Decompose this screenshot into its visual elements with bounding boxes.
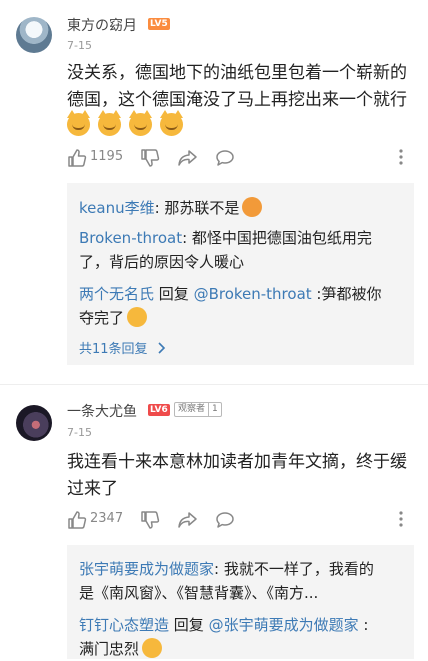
share-arrow-icon [178, 150, 197, 166]
reply-separator: : [182, 229, 192, 247]
comment-date: 7-15 [67, 39, 92, 52]
reply-item[interactable]: 张宇萌要成为做题家: 我就不一样了，我看的 是《南风窗》、《智慧背囊》、《南方.… [79, 557, 401, 605]
reply-keyword: 回复 [154, 285, 194, 303]
dislike-button[interactable] [140, 510, 160, 530]
badge-number: 1 [208, 403, 221, 416]
comment-item: 東方の窈月 LV5 7-15 没关系，德国地下的油纸包里包着一个崭新的 德国，这… [0, 0, 428, 384]
observer-badge: 观察者 1 [174, 402, 222, 417]
reply-text: 了，背后的原因令人暖心 [79, 253, 245, 271]
share-button[interactable] [177, 148, 198, 168]
speech-bubble-icon [216, 512, 234, 528]
reply-item[interactable]: Broken-throat: 都怪中国把德国油包纸用完 了，背后的原因令人暖心 [79, 226, 401, 274]
comment-text: 我连看十来本意林加读者加青年文摘，终于缓 过来了 [67, 449, 412, 503]
thumbs-up-icon [68, 511, 87, 529]
emoji-row [67, 110, 183, 136]
level-badge: LV5 [148, 18, 170, 30]
username[interactable]: 東方の窈月 [67, 15, 137, 35]
vertical-dots-icon [399, 511, 403, 527]
chevron-right-icon [158, 342, 165, 354]
reply-text: 我就不一样了，我看的 [223, 560, 374, 578]
share-button[interactable] [177, 510, 198, 530]
reply-username[interactable]: Broken-throat [79, 229, 182, 247]
username[interactable]: 一条大尤鱼 [67, 401, 137, 421]
reply-username[interactable]: keanu李维 [79, 199, 155, 217]
reply-preview-box: 张宇萌要成为做题家: 我就不一样了，我看的 是《南风窗》、《智慧背囊》、《南方.… [67, 545, 414, 659]
reply-text: :笋都被你 [311, 285, 382, 303]
reply-text: 夺完了 [79, 309, 125, 327]
like-button[interactable] [67, 148, 87, 168]
cat-emoji-icon [160, 110, 183, 136]
thumbs-down-icon [141, 511, 160, 529]
badge-label: 观察者 [178, 404, 206, 414]
comment-text-line: 过来了 [67, 479, 118, 499]
reply-item[interactable]: 钉钉心态塑造 回复 @张宇萌要成为做题家 : 满门忠烈 [79, 613, 401, 661]
reply-item[interactable]: 两个无名氏 回复 @Broken-throat :笋都被你 夺完了 [79, 282, 401, 330]
vertical-dots-icon [399, 149, 403, 165]
comment-item: 一条大尤鱼 LV6 观察者 1 7-15 我连看十来本意林加读者加青年文摘，终于… [0, 385, 428, 659]
cat-emoji-icon [67, 110, 90, 136]
expand-replies-label: 共11条回复 [79, 342, 148, 357]
reply-button[interactable] [215, 148, 235, 168]
reply-keyword: 回复 [169, 616, 209, 634]
reply-separator: : [214, 560, 224, 578]
reply-username[interactable]: 两个无名氏 [79, 285, 154, 303]
reply-button[interactable] [215, 510, 235, 530]
share-arrow-icon [178, 512, 197, 528]
reply-text: 是《南风窗》、《智慧背囊》、《南方... [79, 584, 319, 602]
reply-separator: : [154, 199, 165, 217]
reply-text: : [358, 616, 369, 634]
comment-text: 没关系，德国地下的油纸包里包着一个崭新的 德国，这个德国淹没了马上再挖出来一个就… [67, 60, 412, 114]
reply-target-mention[interactable]: @Broken-throat [194, 285, 312, 303]
reply-item[interactable]: keanu李维: 那苏联不是 [79, 196, 401, 220]
reply-text: 都怪中国把德国油包纸用完 [191, 229, 372, 247]
reply-target-mention[interactable]: @张宇萌要成为做题家 [209, 616, 359, 634]
reply-preview-box: keanu李维: 那苏联不是 Broken-throat: 都怪中国把德国油包纸… [67, 183, 414, 365]
reply-username[interactable]: 张宇萌要成为做题家 [79, 560, 214, 578]
smirk-emoji-icon [242, 197, 263, 217]
comment-text-line: 我连看十来本意林加读者加青年文摘，终于缓 [67, 452, 407, 472]
like-button[interactable] [67, 510, 87, 530]
like-count: 2347 [90, 511, 124, 526]
cat-emoji-icon [129, 110, 152, 136]
level-badge: LV6 [148, 404, 170, 416]
avatar[interactable] [16, 17, 52, 53]
dislike-button[interactable] [140, 148, 160, 168]
more-options-button[interactable] [398, 149, 404, 169]
expand-replies-link[interactable]: 共11条回复 [79, 338, 166, 357]
thumbs-up-icon [68, 149, 87, 167]
more-options-button[interactable] [398, 511, 404, 531]
avatar[interactable] [16, 405, 52, 441]
comment-text-line: 没关系，德国地下的油纸包里包着一个崭新的 [67, 63, 407, 83]
doge-emoji-icon [142, 638, 163, 658]
reply-text: 那苏联不是 [164, 199, 240, 217]
thumbs-down-icon [141, 149, 160, 167]
comment-date: 7-15 [67, 426, 92, 439]
reply-username[interactable]: 钉钉心态塑造 [79, 616, 169, 634]
reply-text: 满门忠烈 [79, 640, 140, 658]
cat-emoji-icon [98, 110, 121, 136]
doge-rose-emoji-icon [127, 307, 148, 327]
comment-actions: 2347 [67, 508, 412, 532]
like-count: 1195 [90, 149, 124, 164]
comment-actions: 1195 [67, 146, 412, 170]
speech-bubble-icon [216, 150, 234, 166]
